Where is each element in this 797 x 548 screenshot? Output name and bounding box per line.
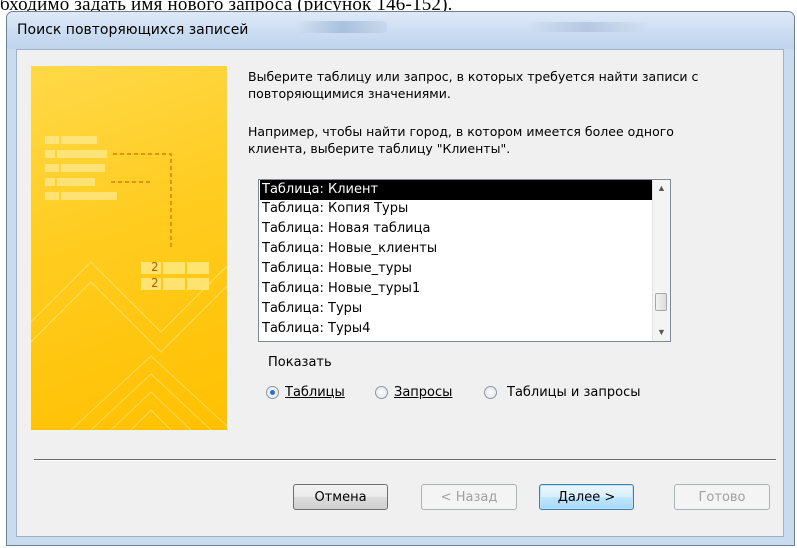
- list-item[interactable]: Таблица: Новые_клиенты: [260, 239, 655, 259]
- list-item[interactable]: Таблица: Клиент: [260, 180, 655, 200]
- instruction-line: Выберите таблицу или запрос, в которых т…: [248, 69, 699, 84]
- back-button[interactable]: < Назад: [421, 484, 517, 510]
- instruction-text-1: Выберите таблицу или запрос, в которых т…: [248, 68, 768, 102]
- radio-tables-and-queries[interactable]: Таблицы и запросы: [484, 383, 641, 401]
- radio-label: Таблицы: [285, 385, 345, 400]
- title-bar-reflection: [297, 21, 387, 33]
- finish-button-label: Готово: [698, 489, 746, 505]
- list-item[interactable]: Таблица: Новые_туры: [260, 259, 655, 279]
- list-item[interactable]: Таблица: Туры4: [260, 319, 655, 339]
- list-item[interactable]: Таблица: Новые_туры1: [260, 279, 655, 299]
- list-scrollbar[interactable]: ▲ ▼: [652, 180, 670, 341]
- cancel-button-label: Отмена: [314, 489, 367, 505]
- separator-line: [34, 460, 776, 461]
- wizard-illustration: [31, 136, 227, 430]
- radio-unchecked-icon[interactable]: [375, 385, 388, 399]
- dialog-window: Поиск повторяющихся записей 2 2 Выберите…: [6, 11, 795, 546]
- next-button-label: Далее >: [557, 489, 616, 505]
- list-item[interactable]: Таблица: Копия Туры: [260, 199, 655, 219]
- wizard-banner-image: 2 2: [31, 66, 227, 430]
- scroll-up-arrow-icon[interactable]: ▲: [653, 180, 670, 197]
- title-bar[interactable]: Поиск повторяющихся записей: [7, 12, 794, 49]
- banner-digit: 2: [151, 276, 159, 290]
- table-query-listbox[interactable]: Таблица: Клиент Таблица: Копия Туры Табл…: [258, 179, 671, 342]
- cancel-button[interactable]: Отмена: [293, 484, 388, 510]
- show-group-label: Показать: [268, 355, 332, 370]
- list-item[interactable]: Таблица: Новая таблица: [260, 219, 655, 239]
- radio-label: Таблицы и запросы: [507, 384, 641, 400]
- radio-queries[interactable]: Запросы: [375, 383, 452, 401]
- instruction-line: повторяющимися значениями.: [248, 86, 451, 101]
- window-title: Поиск повторяющихся записей: [17, 22, 249, 38]
- next-button[interactable]: Далее >: [539, 484, 634, 510]
- instruction-line: Например, чтобы найти город, в котором и…: [248, 124, 674, 139]
- dialog-client-area: 2 2 Выберите таблицу или запрос, в котор…: [16, 49, 784, 537]
- list-item[interactable]: Таблица: Туры: [260, 299, 655, 319]
- back-button-label: < Назад: [440, 489, 498, 505]
- instruction-text-2: Например, чтобы найти город, в котором и…: [248, 123, 768, 157]
- finish-button[interactable]: Готово: [674, 484, 770, 510]
- radio-label: Запросы: [394, 385, 452, 400]
- radio-unchecked-icon[interactable]: [484, 385, 497, 399]
- title-bar-reflection: [527, 22, 647, 32]
- radio-label-text: Таблицы: [285, 384, 345, 400]
- radio-checked-icon[interactable]: [266, 385, 279, 399]
- radio-tables[interactable]: Таблицы: [266, 383, 345, 401]
- banner-digit: 2: [151, 260, 159, 274]
- instruction-line: клиента, выберите таблицу "Клиенты".: [248, 141, 511, 156]
- scrollbar-thumb[interactable]: [655, 293, 667, 311]
- scroll-down-arrow-icon[interactable]: ▼: [653, 324, 670, 341]
- radio-label-text: Запросы: [394, 384, 453, 400]
